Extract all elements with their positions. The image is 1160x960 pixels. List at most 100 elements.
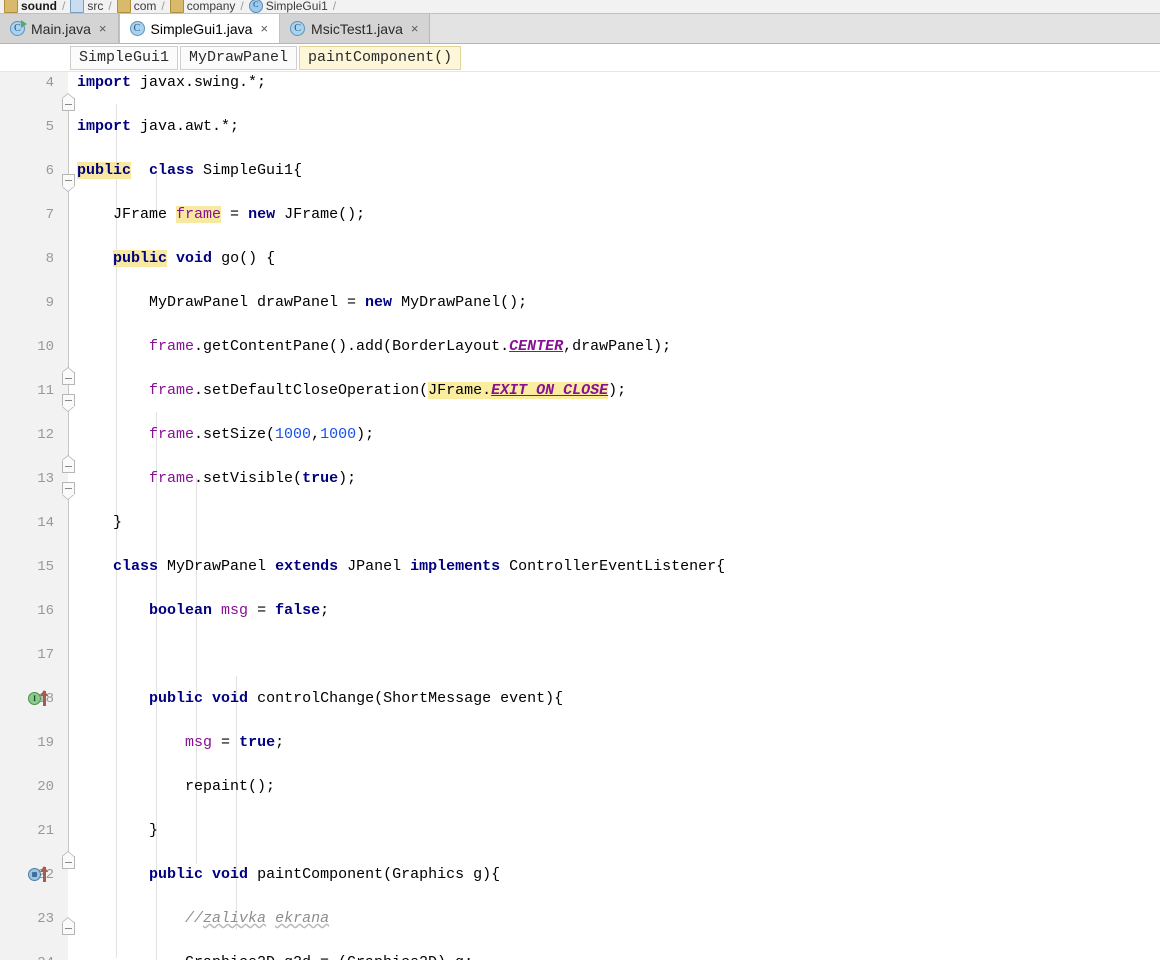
code-row[interactable]: 23 //zalivka ekrana: [0, 908, 1160, 930]
tab-label: Main.java: [31, 20, 91, 37]
tab-close-icon[interactable]: ×: [97, 21, 109, 36]
navbar-separator: /: [62, 0, 66, 13]
code-text: frame.setDefaultCloseOperation(JFrame.EX…: [149, 382, 627, 399]
tab-close-icon[interactable]: ×: [409, 21, 421, 36]
breadcrumb-simplegui1[interactable]: SimpleGui1: [70, 45, 179, 70]
line-number: 19: [37, 735, 54, 751]
line-number: 16: [37, 603, 54, 619]
breadcrumb-paintcomponent[interactable]: paintComponent(): [299, 45, 462, 70]
editor-tab-bar: C Main.java × C SimpleGui1.java × C Msic…: [0, 13, 1160, 44]
code-row[interactable]: 6 public class SimpleGui1{: [0, 160, 1160, 182]
navbar-item-company[interactable]: company: [169, 0, 236, 13]
code-row[interactable]: 8 public void go() {: [0, 248, 1160, 270]
line-number: 23: [37, 911, 54, 927]
line-number: 15: [37, 559, 54, 575]
navbar-separator: /: [332, 0, 337, 13]
editor-tab-simplegui1-java[interactable]: C SimpleGui1.java ×: [118, 13, 281, 43]
code-row[interactable]: 10 frame.getContentPane().add(BorderLayo…: [0, 336, 1160, 358]
code-text: msg = true;: [185, 734, 285, 751]
line-number: 9: [45, 295, 54, 311]
navbar-separator: /: [161, 0, 165, 13]
code-text: }: [77, 514, 123, 531]
navbar-item-sound[interactable]: sound: [4, 0, 57, 13]
folder-icon: [116, 0, 131, 13]
line-number: 4: [45, 75, 54, 91]
code-text: frame.setSize(1000,1000);: [149, 426, 375, 443]
code-row[interactable]: 20 repaint();: [0, 776, 1160, 798]
line-number: 24: [0, 952, 54, 960]
navbar-item-label: SimpleGui1: [265, 0, 328, 13]
code-row[interactable]: 21 }: [0, 820, 1160, 842]
line-number: 20: [37, 779, 54, 795]
editor-tab-msictest1-java[interactable]: C MsicTest1.java ×: [280, 14, 431, 43]
code-row[interactable]: 15 class MyDrawPanel extends JPanel impl…: [0, 556, 1160, 578]
code-text: repaint();: [77, 778, 276, 795]
navbar-item-label: com: [133, 0, 157, 13]
code-text: public class SimpleGui1{: [77, 162, 303, 179]
navbar-item-label: src: [87, 0, 104, 13]
code-row[interactable]: 24 Graphics2D g2d = (Graphics2D) g;: [0, 952, 1160, 960]
navbar-item-com[interactable]: com: [116, 0, 157, 13]
navbar-item-simplegui1[interactable]: C SimpleGui1: [248, 0, 328, 13]
structure-breadcrumb: SimpleGui1 MyDrawPanel paintComponent(): [0, 44, 1160, 72]
code-text: frame.getContentPane().add(BorderLayout.…: [149, 338, 672, 355]
code-row[interactable]: 11 frame.setDefaultCloseOperation(JFrame…: [0, 380, 1160, 402]
editor-tab-main-java[interactable]: C Main.java ×: [0, 14, 119, 43]
line-number: 14: [37, 515, 54, 531]
code-row[interactable]: 18 I public void controlChange(ShortMess…: [0, 688, 1160, 710]
code-row[interactable]: 7 JFrame frame = new JFrame();: [0, 204, 1160, 226]
code-row[interactable]: 12 frame.setSize(1000,1000);: [0, 424, 1160, 446]
code-row[interactable]: 9 MyDrawPanel drawPanel = new MyDrawPane…: [0, 292, 1160, 314]
line-number: 11: [37, 383, 54, 399]
java-class-runnable-icon: C: [10, 20, 27, 36]
line-number: 5: [45, 119, 54, 135]
code-row[interactable]: 4 import javax.swing.*;: [0, 72, 1160, 94]
line-number: 7: [45, 207, 54, 223]
code-text: public void paintComponent(Graphics g){: [149, 866, 501, 883]
navbar-item-label: company: [186, 0, 236, 13]
navbar-item-src[interactable]: src: [70, 0, 103, 13]
code-text: frame.setVisible(true);: [149, 470, 357, 487]
code-text: import java.awt.*;: [77, 118, 240, 135]
java-class-icon: C: [129, 21, 145, 36]
code-editor[interactable]: 4 import javax.swing.*; 5 import java.aw…: [0, 72, 1160, 960]
line-number: 13: [37, 471, 54, 487]
code-text: //zalivka ekrana: [185, 910, 330, 927]
code-row[interactable]: 5 import java.awt.*;: [0, 116, 1160, 138]
code-text: class MyDrawPanel extends JPanel impleme…: [113, 558, 726, 575]
java-class-icon: C: [290, 21, 306, 36]
navbar-separator: /: [240, 0, 244, 13]
line-number: 21: [37, 823, 54, 839]
code-text: MyDrawPanel drawPanel = new MyDrawPanel(…: [77, 294, 528, 311]
code-row[interactable]: 17: [0, 644, 1160, 666]
java-class-icon: C: [248, 0, 263, 13]
breadcrumb-mydrawpanel[interactable]: MyDrawPanel: [180, 45, 298, 70]
line-number: 10: [37, 339, 54, 355]
code-row[interactable]: 16 boolean msg = false;: [0, 600, 1160, 622]
project-navigation-bar[interactable]: sound / src / com / company / C SimpleGu…: [0, 0, 1160, 14]
folder-icon: [169, 0, 184, 13]
code-row[interactable]: 22 public void paintComponent(Graphics g…: [0, 864, 1160, 886]
navbar-separator: /: [108, 0, 112, 13]
code-text: Graphics2D g2d = (Graphics2D) g;: [77, 952, 473, 960]
code-text: JFrame frame = new JFrame();: [77, 206, 366, 223]
overriding-method-marker-icon[interactable]: [28, 866, 58, 883]
ide-window: sound / src / com / company / C SimpleGu…: [0, 0, 1160, 960]
code-text: boolean msg = false;: [149, 602, 330, 619]
navbar-item-label: sound: [21, 0, 57, 13]
code-text: public void controlChange(ShortMessage e…: [149, 690, 564, 707]
tab-label: SimpleGui1.java: [150, 20, 253, 37]
code-row[interactable]: 13 frame.setVisible(true);: [0, 468, 1160, 490]
line-number: 6: [45, 163, 54, 179]
code-row[interactable]: 14 }: [0, 512, 1160, 534]
code-lines: 4 import javax.swing.*; 5 import java.aw…: [0, 72, 1160, 960]
line-number: 12: [37, 427, 54, 443]
implementing-method-marker-icon[interactable]: I: [28, 690, 58, 707]
code-row[interactable]: 19 msg = true;: [0, 732, 1160, 754]
tab-close-icon[interactable]: ×: [258, 21, 270, 36]
tab-label: MsicTest1.java: [311, 20, 403, 37]
code-text: public void go() {: [113, 250, 276, 267]
line-number: 8: [45, 251, 54, 267]
code-text: }: [77, 822, 159, 839]
folder-blue-icon: [70, 0, 85, 13]
